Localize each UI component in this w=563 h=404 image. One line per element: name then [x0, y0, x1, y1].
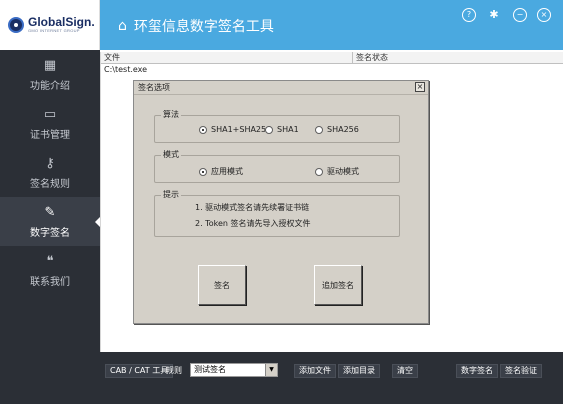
mode-group: 模式 应用模式 驱动模式: [154, 149, 400, 183]
page-title: ⌂ 环玺信息数字签名工具: [118, 16, 274, 36]
group-title-mode: 模式: [161, 149, 181, 161]
sidebar-item-label: 功能介绍: [30, 80, 70, 92]
dialog-close-icon[interactable]: ×: [415, 82, 425, 92]
add-file-button[interactable]: 添加文件: [294, 364, 336, 378]
tip-line-1: 1. 驱动模式签名请先续署证书链: [195, 203, 310, 212]
key-icon: ⚷: [45, 155, 55, 171]
sidebar-item-contact[interactable]: ❝ 联系我们: [0, 246, 100, 295]
sign-options-dialog: 签名选项 × 算法 SHA1+SHA256 SHA1 SHA256 模式 应用模…: [133, 80, 429, 324]
sidebar-item-label: 联系我们: [30, 276, 70, 288]
folder-icon: ▭: [43, 106, 57, 122]
column-header-sign-status[interactable]: 签名状态: [353, 52, 563, 63]
radio-app-mode[interactable]: 应用模式: [199, 166, 243, 177]
sidebar-item-features[interactable]: ▦ 功能介绍: [0, 50, 100, 99]
radio-label: 驱动模式: [327, 167, 359, 176]
home-icon[interactable]: ⌂: [118, 18, 127, 34]
chevron-down-icon: ▼: [265, 364, 277, 376]
radio-checked-icon: [199, 125, 207, 134]
radio-label: SHA1: [277, 125, 299, 134]
sidebar-item-label: 数字签名: [30, 227, 70, 239]
dialog-title-bar: 签名选项 ×: [134, 81, 428, 95]
radio-label: SHA1+SHA256: [211, 125, 272, 134]
sidebar-item-certificates[interactable]: ▭ 证书管理: [0, 99, 100, 148]
rule-select-value: 测试签名: [194, 365, 226, 374]
settings-gear-icon[interactable]: ✱: [487, 8, 501, 22]
rule-select[interactable]: 测试签名 ▼: [190, 363, 278, 377]
cab-cat-tool-button[interactable]: CAB / CAT 工具: [105, 364, 174, 378]
column-header-file[interactable]: 文件: [101, 52, 353, 63]
radio-sha1[interactable]: SHA1: [265, 125, 299, 134]
verify-sign-button[interactable]: 签名验证: [500, 364, 542, 378]
group-title-tips: 提示: [161, 189, 181, 201]
brand-name: GlobalSign.: [28, 15, 95, 29]
minimize-icon[interactable]: −: [513, 8, 527, 22]
sidebar-item-label: 签名规则: [30, 178, 70, 190]
brand-tagline: GMO INTERNET GROUP: [28, 28, 80, 33]
sign-button[interactable]: 签名: [198, 265, 246, 305]
sidebar-item-digital-sign[interactable]: ✎ 数字签名: [0, 197, 100, 246]
app-header: ⌂ 环玺信息数字签名工具 ? ✱ − ×: [100, 0, 563, 50]
app-title: 环玺信息数字签名工具: [133, 19, 274, 35]
chat-icon: ❝: [46, 253, 54, 269]
help-icon[interactable]: ?: [462, 8, 476, 22]
append-sign-button[interactable]: 追加签名: [314, 265, 362, 305]
radio-unchecked-icon: [315, 125, 323, 134]
radio-sha1-sha256[interactable]: SHA1+SHA256: [199, 125, 271, 134]
radio-unchecked-icon: [265, 125, 273, 134]
add-folder-button[interactable]: 添加目录: [338, 364, 380, 378]
algorithm-group: 算法 SHA1+SHA256 SHA1 SHA256: [154, 109, 400, 143]
clear-button[interactable]: 清空: [392, 364, 418, 378]
globalsign-logo-icon: [8, 17, 24, 33]
pencil-icon: ✎: [44, 204, 56, 220]
radio-checked-icon: [199, 167, 207, 176]
logo: GlobalSign. GMO INTERNET GROUP: [0, 0, 100, 50]
group-title-algorithm: 算法: [161, 109, 181, 121]
dialog-title: 签名选项: [138, 83, 170, 92]
rule-label: 规则: [166, 366, 182, 375]
radio-sha256[interactable]: SHA256: [315, 125, 359, 134]
radio-label: SHA256: [327, 125, 359, 134]
tips-group: 提示 1. 驱动模式签名请先续署证书链 2. Token 签名请先导入授权文件: [154, 189, 400, 237]
bottom-toolbar: CAB / CAT 工具 规则 测试签名 ▼ 添加文件 添加目录 清空 数字签名…: [100, 352, 563, 404]
tip-line-2: 2. Token 签名请先导入授权文件: [195, 219, 311, 228]
sidebar-item-label: 证书管理: [30, 129, 70, 141]
radio-driver-mode[interactable]: 驱动模式: [315, 166, 359, 177]
radio-label: 应用模式: [211, 167, 243, 176]
close-icon[interactable]: ×: [537, 8, 551, 22]
sidebar-item-sign-rules[interactable]: ⚷ 签名规则: [0, 148, 100, 197]
digital-sign-button[interactable]: 数字签名: [456, 364, 498, 378]
grid-icon: ▦: [43, 57, 57, 73]
radio-unchecked-icon: [315, 167, 323, 176]
list-header: 文件 签名状态: [101, 52, 563, 64]
list-item[interactable]: C:\test.exe: [101, 64, 563, 75]
sidebar: GlobalSign. GMO INTERNET GROUP ▦ 功能介绍 ▭ …: [0, 0, 100, 404]
sidebar-nav: ▦ 功能介绍 ▭ 证书管理 ⚷ 签名规则 ✎ 数字签名 ❝ 联系我们: [0, 50, 100, 295]
